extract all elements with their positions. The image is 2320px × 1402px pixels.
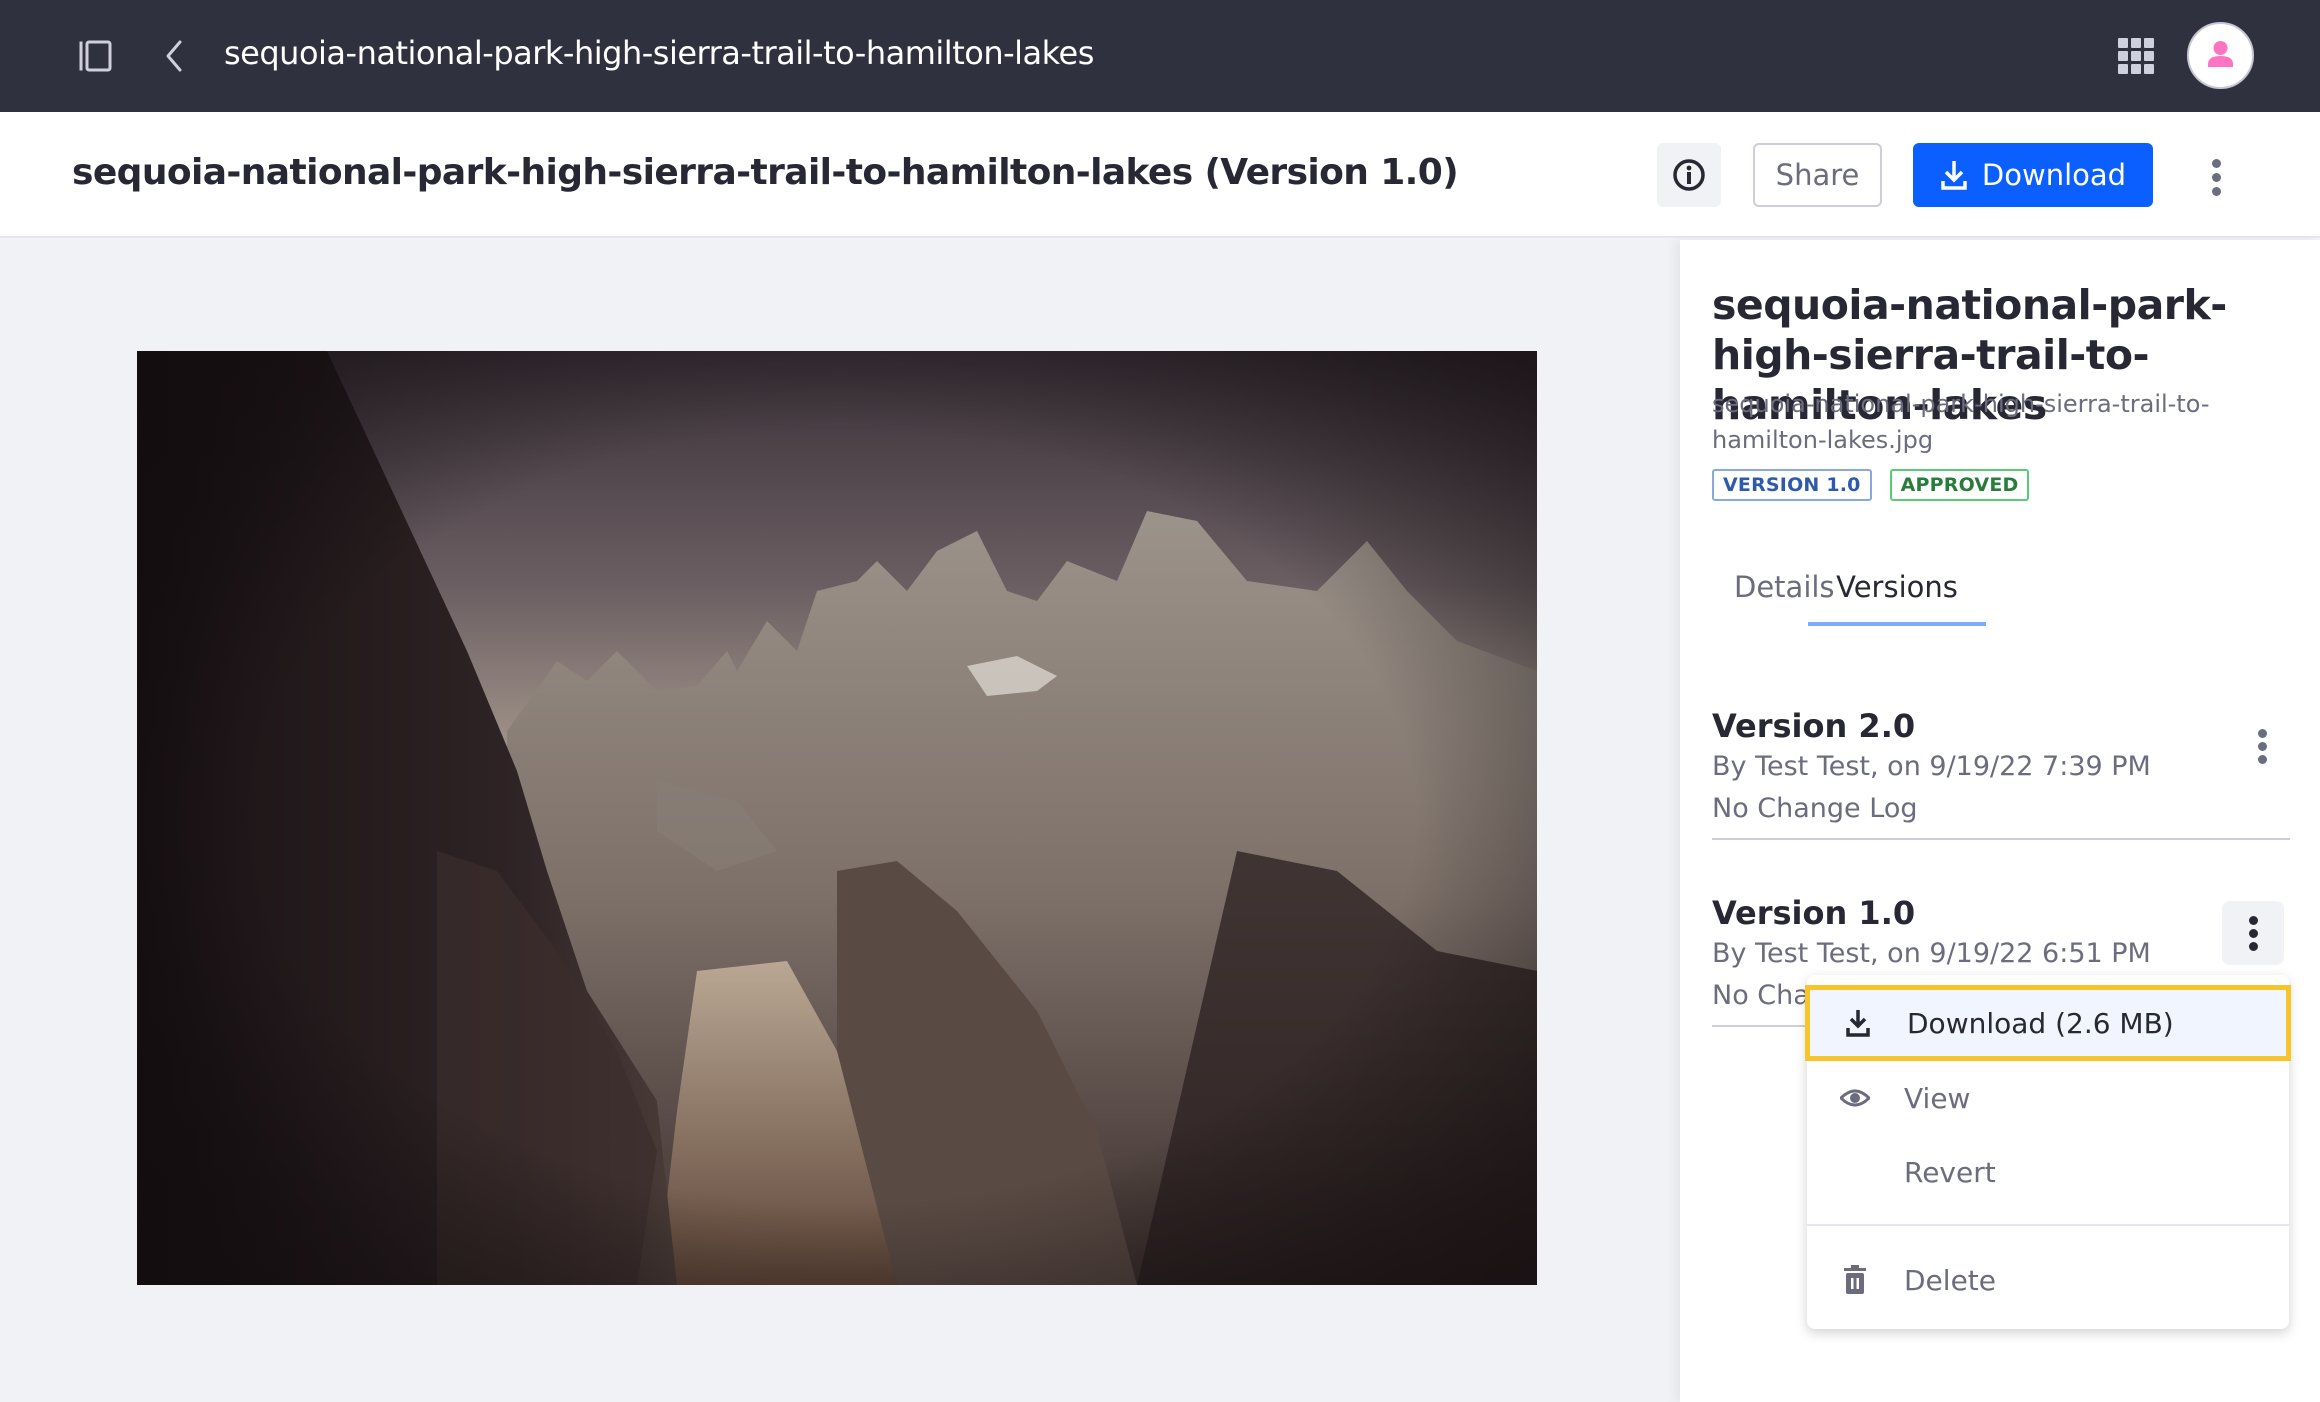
version-changelog: No Change Log <box>1712 793 1918 824</box>
page-title: sequoia-national-park-high-sierra-trail-… <box>72 152 1459 193</box>
badge-group: VERSION 1.0 APPROVED <box>1712 469 2030 501</box>
app-title: sequoia-national-park-high-sierra-trail-… <box>224 34 1094 72</box>
version-title: Version 1.0 <box>1712 894 1916 932</box>
version-list-item: Version 2.0 By Test Test, on 9/19/22 7:3… <box>1712 706 2290 840</box>
menu-item-label: Download (2.6 MB) <box>1907 1006 2174 1040</box>
user-avatar-icon <box>2208 41 2233 67</box>
top-navigation-bar: sequoia-national-park-high-sierra-trail-… <box>0 0 2320 112</box>
trash-icon <box>1839 1264 1871 1296</box>
version-author: By Test Test, on 9/19/22 6:51 PM <box>1712 938 2151 969</box>
version-actions-menu: Download (2.6 MB) View Revert Delete <box>1805 975 2291 1329</box>
menu-item-view[interactable]: View <box>1807 1061 2289 1135</box>
ellipsis-v-icon <box>2248 915 2258 925</box>
status-badge: APPROVED <box>1889 469 2030 501</box>
eye-icon <box>1839 1082 1871 1114</box>
more-options-button[interactable] <box>2196 152 2236 202</box>
download-icon <box>1941 161 1967 190</box>
menu-item-revert[interactable]: Revert <box>1807 1135 2289 1209</box>
info-button[interactable] <box>1657 143 1721 207</box>
apps-grid-icon[interactable] <box>2118 38 2154 74</box>
menu-item-label: Revert <box>1904 1155 1996 1189</box>
file-name: sequoia-national-park-high-sierra-trail-… <box>1712 390 2210 454</box>
download-button-label: Download <box>1981 158 2127 192</box>
chevron-left-icon[interactable] <box>162 38 186 74</box>
sidebar-tabs: Details Versions <box>1712 570 2292 626</box>
menu-item-delete[interactable]: Delete <box>1807 1243 2289 1317</box>
version-actions-button[interactable] <box>2222 901 2284 965</box>
download-icon <box>1842 1007 1874 1039</box>
version-title: Version 2.0 <box>1712 707 1916 745</box>
menu-item-label: Delete <box>1904 1263 1996 1297</box>
image-preview <box>137 351 1537 1285</box>
version-actions-button[interactable] <box>2231 714 2293 778</box>
version-author: By Test Test, on 9/19/22 7:39 PM <box>1712 751 2151 782</box>
mountain-photo <box>137 351 1537 1285</box>
version-badge: VERSION 1.0 <box>1712 469 1872 501</box>
sidebar-toggle-icon[interactable] <box>78 40 112 72</box>
share-button[interactable]: Share <box>1753 143 1882 207</box>
download-button[interactable]: Download <box>1913 143 2153 207</box>
ellipsis-v-icon <box>2257 728 2267 738</box>
tab-versions[interactable]: Versions <box>1808 570 1986 626</box>
info-circle-icon <box>1673 159 1705 191</box>
menu-divider <box>1807 1224 2289 1226</box>
page-header: sequoia-national-park-high-sierra-trail-… <box>0 112 2320 238</box>
ellipsis-v-icon <box>2211 158 2221 168</box>
menu-item-label: View <box>1904 1081 1971 1115</box>
user-avatar[interactable] <box>2187 22 2254 89</box>
menu-item-download[interactable]: Download (2.6 MB) <box>1805 985 2291 1061</box>
